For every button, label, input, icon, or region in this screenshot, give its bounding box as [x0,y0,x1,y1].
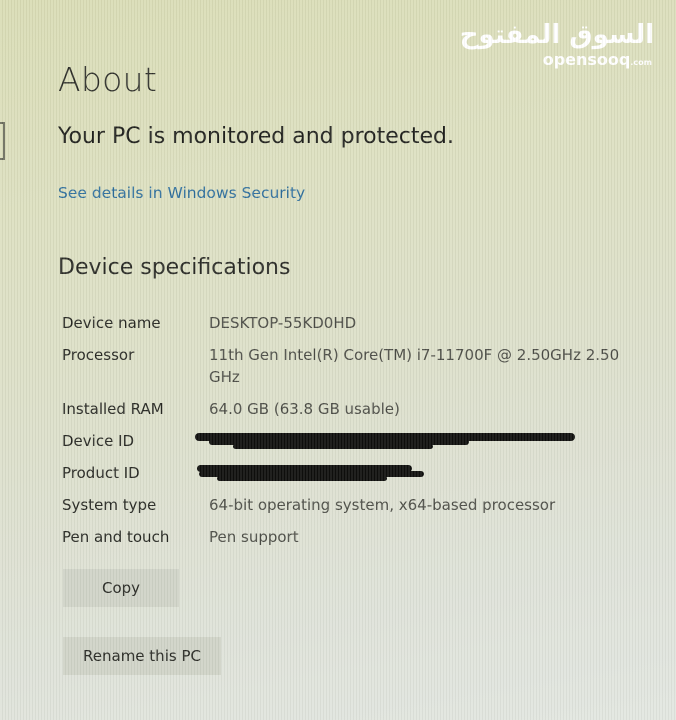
spec-label: Processor [62,346,135,364]
page-title: About [58,60,158,99]
spec-row-device-id: Device ID [62,430,652,452]
spec-value: Pen support [209,528,299,546]
device-specifications-table: Device name DESKTOP-55KD0HD Processor 11… [62,312,652,558]
spec-row-device-name: Device name DESKTOP-55KD0HD [62,312,652,334]
spec-row-pen-and-touch: Pen and touch Pen support [62,526,652,548]
spec-label: Pen and touch [62,528,170,546]
opensooq-watermark: السوق المفتوح opensooq.com [460,20,654,69]
spec-label: Device ID [62,432,135,450]
spec-value: 64-bit operating system, x64-based proce… [209,496,556,514]
redaction-scribble [233,444,433,449]
spec-row-installed-ram: Installed RAM 64.0 GB (63.8 GB usable) [62,398,652,420]
spec-row-product-id: Product ID [62,462,652,484]
spec-row-system-type: System type 64-bit operating system, x64… [62,494,652,516]
device-specifications-heading: Device specifications [58,255,291,280]
protection-status-text: Your PC is monitored and protected. [58,124,454,149]
redacted-product-id [197,462,652,484]
redacted-device-id [195,430,652,452]
watermark-domain: .com [630,58,652,67]
spec-label: System type [62,496,157,514]
spec-label: Installed RAM [62,400,164,418]
watermark-latin-text: opensooq.com [460,50,652,69]
rename-this-pc-button[interactable]: Rename this PC [63,637,221,675]
redaction-scribble [217,476,387,481]
watermark-arabic-text: السوق المفتوح [459,20,654,50]
spec-value: DESKTOP-55KD0HD [209,314,357,332]
watermark-brand: opensooq [542,50,631,69]
spec-label: Device name [62,314,161,332]
spec-label: Product ID [62,464,140,482]
spec-value: 11th Gen Intel(R) Core(TM) i7-11700F @ 2… [209,346,620,386]
sidebar-selection-indicator [0,122,5,160]
spec-row-processor: Processor 11th Gen Intel(R) Core(TM) i7-… [62,344,652,388]
windows-security-link[interactable]: See details in Windows Security [58,184,305,202]
spec-value: 64.0 GB (63.8 GB usable) [209,400,400,418]
copy-button[interactable]: Copy [63,569,179,607]
